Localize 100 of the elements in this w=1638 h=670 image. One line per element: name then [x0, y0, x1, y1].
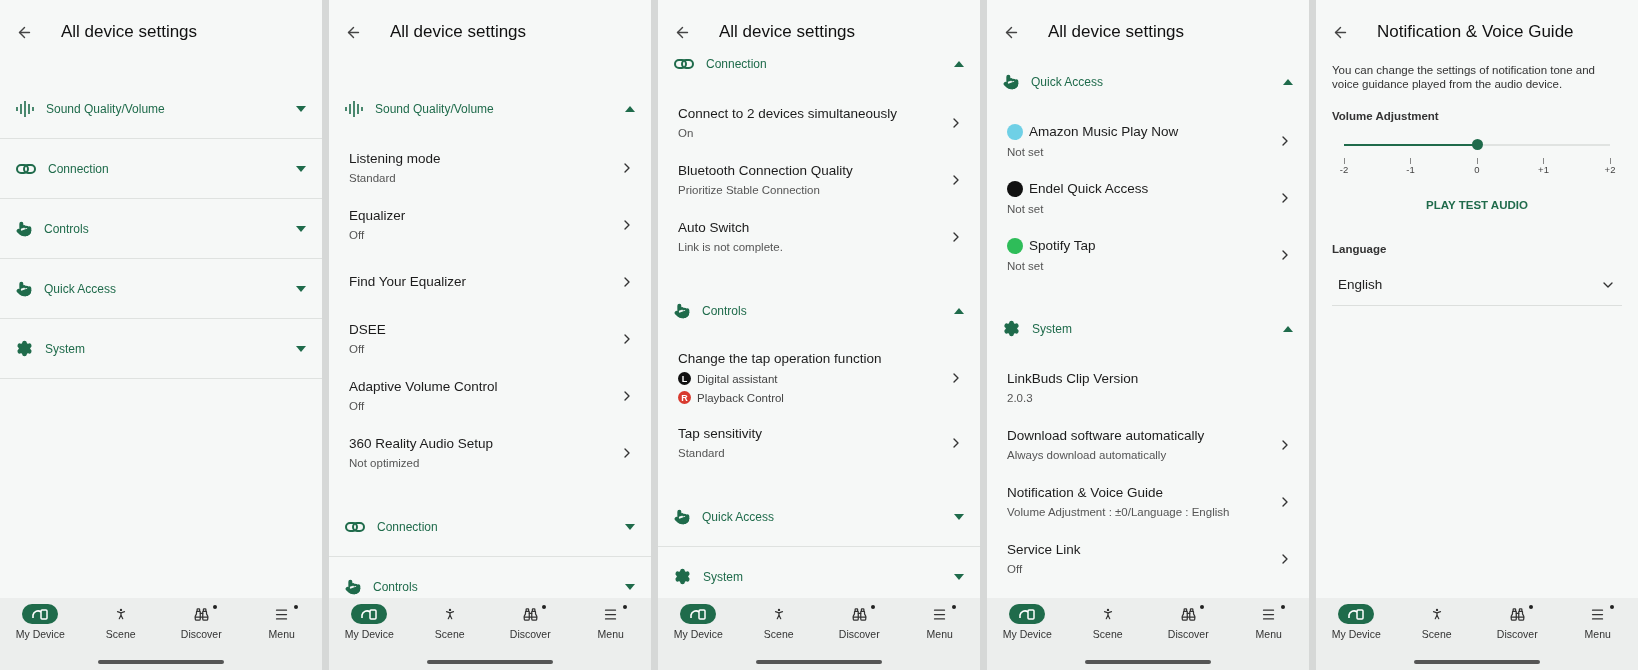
setting-row[interactable]: Endel Quick Access Not set	[987, 169, 1309, 226]
volume-label: Volume Adjustment	[1332, 109, 1440, 122]
section-header[interactable]: Controls	[0, 199, 322, 259]
setting-value: Off	[1007, 563, 1024, 575]
tick-label: +1	[1538, 163, 1549, 175]
nav-tab[interactable]: Scene	[414, 604, 485, 640]
setting-row[interactable]: 360 Reality Audio Setup Not optimized	[329, 424, 651, 481]
finger-icon	[16, 280, 32, 297]
assignment-text: Digital assistant	[697, 372, 778, 385]
slider-thumb[interactable]	[1472, 138, 1483, 150]
setting-row[interactable]: Adaptive Volume Control Off	[329, 367, 651, 424]
nav-tab[interactable]: Menu	[246, 604, 317, 640]
description-text: You can change the settings of notification tone and voice guidance played from the audio device.	[1332, 64, 1596, 92]
tick-label: -2	[1339, 163, 1349, 175]
setting-title: LinkBuds Clip Version	[1007, 371, 1140, 386]
nav-tab[interactable]: Scene	[1401, 604, 1472, 640]
setting-value: Not set	[1007, 145, 1045, 158]
setting-value: Link is not complete.	[678, 241, 784, 253]
nav-tab[interactable]: Discover	[495, 604, 566, 640]
setting-title: Tap sensitivity	[678, 426, 764, 441]
setting-value: Off	[349, 229, 366, 241]
section-header[interactable]: Connection	[0, 139, 322, 199]
setting-row[interactable]: Find Your Equalizer	[329, 253, 651, 310]
setting-title: Download software automatically	[1007, 428, 1206, 443]
setting-title: 360 Reality Audio Setup	[349, 436, 495, 451]
setting-row[interactable]: Equalizer Off	[329, 196, 651, 253]
link-icon	[345, 521, 365, 532]
setting-title: Find Your Equalizer	[349, 274, 468, 289]
setting-title: Connect to 2 devices simultaneously	[678, 106, 899, 121]
setting-title: Adaptive Volume Control	[349, 379, 499, 394]
setting-title: Service Link	[1007, 542, 1082, 557]
nav-tab[interactable]: Menu	[1233, 604, 1304, 640]
tap-finger-icon	[16, 220, 32, 237]
setting-value: Prioritize Stable Connection	[678, 184, 821, 196]
setting-title: Spotify Tap	[1029, 238, 1096, 253]
nav-tab[interactable]: My Device	[663, 604, 734, 640]
setting-row[interactable]: Listening mode Standard	[329, 139, 651, 196]
nav-tab[interactable]: Scene	[1072, 604, 1143, 640]
section-header[interactable]: Sound Quality/Volume	[0, 79, 322, 139]
language-label: Language	[1332, 242, 1388, 255]
section-header[interactable]: Sound Quality/Volume	[329, 79, 651, 139]
nav-tab[interactable]: My Device	[1321, 604, 1392, 640]
setting-row[interactable]: DSEE Off	[329, 310, 651, 367]
screen-title: All device settings	[1048, 22, 1185, 42]
nav-tab[interactable]: Scene	[85, 604, 156, 640]
setting-title: Amazon Music Play Now	[1029, 124, 1179, 139]
setting-row[interactable]: Auto Switch Link is not complete.	[658, 208, 980, 265]
section-header[interactable]: Quick Access	[987, 52, 1309, 112]
setting-row[interactable]: Connect to 2 devices simultaneously On	[658, 94, 980, 151]
section-header[interactable]: Controls	[658, 281, 980, 341]
finger-icon	[1003, 73, 1019, 90]
section-header[interactable]: System	[0, 319, 322, 379]
nav-tab[interactable]: Discover	[166, 604, 237, 640]
setting-value: Standard	[349, 172, 397, 184]
language-dropdown[interactable]: English	[1332, 264, 1622, 306]
nav-tab[interactable]: My Device	[5, 604, 76, 640]
nav-tab[interactable]: Discover	[824, 604, 895, 640]
setting-value: Not optimized	[349, 457, 421, 469]
setting-value: Off	[349, 343, 366, 355]
nav-tab[interactable]: Scene	[743, 604, 814, 640]
section-header[interactable]: System	[987, 299, 1309, 359]
menu-icon	[1590, 606, 1606, 622]
tap-finger-icon	[674, 302, 690, 319]
setting-row[interactable]: Amazon Music Play Now Not set	[987, 112, 1309, 169]
section-header[interactable]: Quick Access	[0, 259, 322, 319]
nav-tab[interactable]: Menu	[1562, 604, 1633, 640]
menu-icon	[1261, 606, 1277, 622]
section-header[interactable]: Quick Access	[658, 487, 980, 547]
setting-row[interactable]: Tap sensitivity Standard	[658, 414, 980, 471]
nav-tab[interactable]: Menu	[575, 604, 646, 640]
setting-title: Equalizer	[349, 208, 407, 223]
setting-title: Bluetooth Connection Quality	[678, 163, 854, 178]
setting-value: 2.0.3	[1007, 392, 1034, 404]
play-test-audio-button[interactable]: PLAY TEST AUDIO	[1416, 192, 1538, 217]
setting-title: Change the tap operation function	[678, 351, 883, 366]
nav-tab[interactable]: My Device	[334, 604, 405, 640]
nav-tab[interactable]: Menu	[904, 604, 975, 640]
side-badge: R	[678, 391, 691, 404]
tick-label: +2	[1604, 163, 1616, 175]
setting-value: Off	[349, 400, 366, 412]
section-header[interactable]: Connection	[329, 497, 651, 557]
settings-icon	[674, 568, 691, 585]
screen-title: Notification & Voice Guide	[1377, 22, 1574, 42]
nav-tab[interactable]: Discover	[1482, 604, 1553, 640]
setting-row[interactable]: Download software automatically Always download automatically	[987, 416, 1309, 473]
binoculars-icon	[1180, 606, 1196, 622]
setting-value: Standard	[678, 447, 726, 459]
nav-tab[interactable]: My Device	[992, 604, 1063, 640]
setting-row[interactable]: LinkBuds Clip Version 2.0.3	[987, 359, 1309, 416]
setting-row[interactable]: Change the tap operation function L Digital assistant R Playback Control	[658, 341, 980, 414]
setting-row[interactable]: Bluetooth Connection Quality Prioritize Stable Connection	[658, 151, 980, 208]
side-badge: L	[678, 372, 691, 385]
tick-label: -1	[1406, 163, 1415, 175]
setting-row[interactable]: Service Link Off	[987, 530, 1309, 587]
screen-title: All device settings	[719, 22, 856, 42]
setting-row[interactable]: Spotify Tap Not set	[987, 226, 1309, 283]
link-icon	[674, 58, 694, 69]
nav-tab[interactable]: Discover	[1153, 604, 1224, 640]
setting-row[interactable]: Notification & Voice Guide Volume Adjustment : ±0/Language : English	[987, 473, 1309, 530]
menu-icon	[274, 606, 290, 622]
